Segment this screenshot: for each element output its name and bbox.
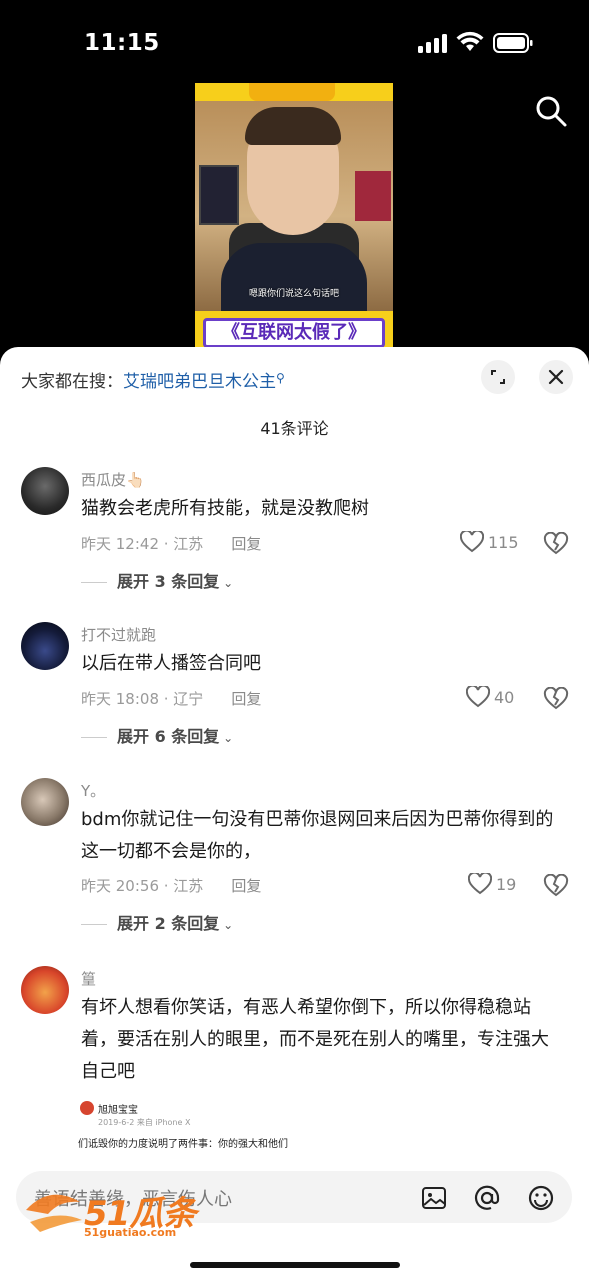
quote-meta: 2019-6-2 来自 iPhone X bbox=[98, 1118, 191, 1127]
close-icon bbox=[548, 369, 564, 385]
reply-button[interactable]: 回复 bbox=[231, 535, 261, 553]
chevron-down-icon: ⌄ bbox=[219, 918, 234, 932]
like-button[interactable]: 19 bbox=[467, 871, 528, 897]
wall-poster bbox=[199, 165, 239, 225]
expand-button[interactable] bbox=[481, 360, 515, 394]
comment-username[interactable]: 打不过就跑 bbox=[81, 624, 156, 645]
avatar[interactable] bbox=[21, 966, 69, 1014]
video-subtitle: 嗯跟你们说这么句话吧 bbox=[248, 289, 339, 299]
comment-item: 西瓜皮👆🏻 猫教会老虎所有技能，就是没教爬树 昨天 12:42 · 江苏 回复 1… bbox=[0, 466, 589, 596]
like-count: 115 bbox=[488, 533, 519, 552]
comment-time: 昨天 20:56 · 江苏 bbox=[81, 877, 204, 895]
like-button[interactable]: 40 bbox=[465, 684, 526, 710]
expand-replies-label: 展开 3 条回复 bbox=[117, 572, 220, 591]
home-indicator[interactable] bbox=[190, 1262, 400, 1268]
expand-icon bbox=[491, 370, 505, 384]
heart-icon bbox=[467, 871, 493, 895]
avatar[interactable] bbox=[21, 778, 69, 826]
reply-button[interactable]: 回复 bbox=[231, 877, 261, 895]
like-button[interactable]: 115 bbox=[459, 529, 520, 555]
trending-keyword[interactable]: 艾瑞吧弟巴旦木公主 bbox=[123, 372, 276, 392]
expand-replies[interactable]: 展开 2 条回复 ⌄ bbox=[81, 910, 233, 934]
broken-heart-icon[interactable] bbox=[543, 874, 569, 898]
comment-time: 昨天 12:42 · 江苏 bbox=[81, 535, 204, 553]
comment-meta: 昨天 12:42 · 江苏 回复 bbox=[81, 533, 261, 554]
expand-replies-label: 展开 2 条回复 bbox=[117, 914, 220, 933]
wifi-icon bbox=[456, 31, 484, 51]
watermark-url: 51guatiao.com bbox=[84, 1226, 177, 1239]
expand-replies[interactable]: 展开 6 条回复 ⌄ bbox=[81, 723, 233, 747]
trending-search[interactable]: 大家都在搜：艾瑞吧弟巴旦木公主⚲ bbox=[21, 367, 285, 392]
video-top-banner bbox=[195, 83, 393, 101]
emoji-icon[interactable] bbox=[527, 1184, 555, 1212]
comment-text: bdm你就记住一句没有巴蒂你退网回来后因为巴蒂你得到的这一切都不会是你的， bbox=[81, 809, 554, 862]
comment-meta: 昨天 20:56 · 江苏 回复 bbox=[81, 875, 261, 896]
status-bar: 11:15 bbox=[0, 0, 589, 86]
comment-text: 猫教会老虎所有技能，就是没教爬树 bbox=[81, 498, 369, 519]
video-title-banner: 《互联网太假了》 bbox=[195, 311, 393, 348]
like-count: 19 bbox=[496, 875, 517, 894]
divider-line bbox=[81, 737, 107, 738]
status-time: 11:15 bbox=[84, 30, 160, 56]
heart-icon bbox=[465, 684, 491, 708]
video-player[interactable]: 嗯跟你们说这么句话吧 《互联网太假了》 bbox=[195, 83, 393, 348]
comment-username[interactable]: 西瓜皮👆🏻 bbox=[81, 469, 145, 490]
divider-line bbox=[81, 924, 107, 925]
person-body bbox=[221, 243, 367, 313]
heart-icon bbox=[459, 529, 485, 553]
comment-username[interactable]: 篁 bbox=[81, 968, 96, 989]
comment-item: 篁 有坏人想看你笑话，有恶人希望你倒下，所以你得稳稳站着，要活在别人的眼里，而不… bbox=[0, 965, 589, 1171]
video-title-text: 《互联网太假了》 bbox=[203, 318, 385, 348]
quote-avatar bbox=[80, 1101, 94, 1115]
person-hair bbox=[245, 107, 341, 145]
expand-replies[interactable]: 展开 3 条回复 ⌄ bbox=[81, 568, 233, 592]
comment-text: 有坏人想看你笑话，有恶人希望你倒下，所以你得稳稳站着，要活在别人的眼里，而不是死… bbox=[81, 997, 549, 1082]
broken-heart-icon[interactable] bbox=[543, 532, 569, 556]
quote-username: 旭旭宝宝 bbox=[98, 1105, 138, 1116]
like-count: 40 bbox=[494, 688, 515, 707]
image-icon[interactable] bbox=[420, 1184, 448, 1212]
chevron-down-icon: ⌄ bbox=[219, 576, 234, 590]
reply-button[interactable]: 回复 bbox=[231, 690, 261, 708]
comment-meta: 昨天 18:08 · 辽宁 回复 bbox=[81, 688, 261, 709]
cellular-signal-icon bbox=[418, 33, 448, 53]
divider-line bbox=[81, 582, 107, 583]
comment-sheet: 大家都在搜：艾瑞吧弟巴旦木公主⚲ 41条评论 西瓜皮👆🏻 猫教会老虎所有技能，就… bbox=[0, 347, 589, 1280]
chevron-down-icon: ⌄ bbox=[219, 731, 234, 745]
background-monitor bbox=[355, 171, 391, 221]
close-button[interactable] bbox=[539, 360, 573, 394]
search-icon[interactable] bbox=[534, 94, 568, 128]
battery-icon bbox=[493, 33, 533, 53]
avatar[interactable] bbox=[21, 467, 69, 515]
trending-label: 大家都在搜： bbox=[21, 372, 123, 392]
quote-text: 们诋毁你的力度说明了两件事：你的强大和他们 bbox=[78, 1139, 288, 1150]
comment-item: Y。 bdm你就记住一句没有巴蒂你退网回来后因为巴蒂你得到的这一切都不会是你的，… bbox=[0, 777, 589, 937]
comment-text: 以后在带人播签合同吧 bbox=[81, 653, 261, 674]
small-search-icon: ⚲ bbox=[276, 371, 285, 385]
comment-time: 昨天 18:08 · 辽宁 bbox=[81, 690, 204, 708]
expand-replies-label: 展开 6 条回复 bbox=[117, 727, 220, 746]
comment-username[interactable]: Y。 bbox=[81, 780, 105, 801]
avatar[interactable] bbox=[21, 622, 69, 670]
mention-icon[interactable] bbox=[473, 1184, 501, 1212]
comment-count: 41条评论 bbox=[260, 419, 329, 438]
comment-item: 打不过就跑 以后在带人播签合同吧 昨天 18:08 · 辽宁 回复 40 展开 6… bbox=[0, 621, 589, 751]
broken-heart-icon[interactable] bbox=[543, 687, 569, 711]
